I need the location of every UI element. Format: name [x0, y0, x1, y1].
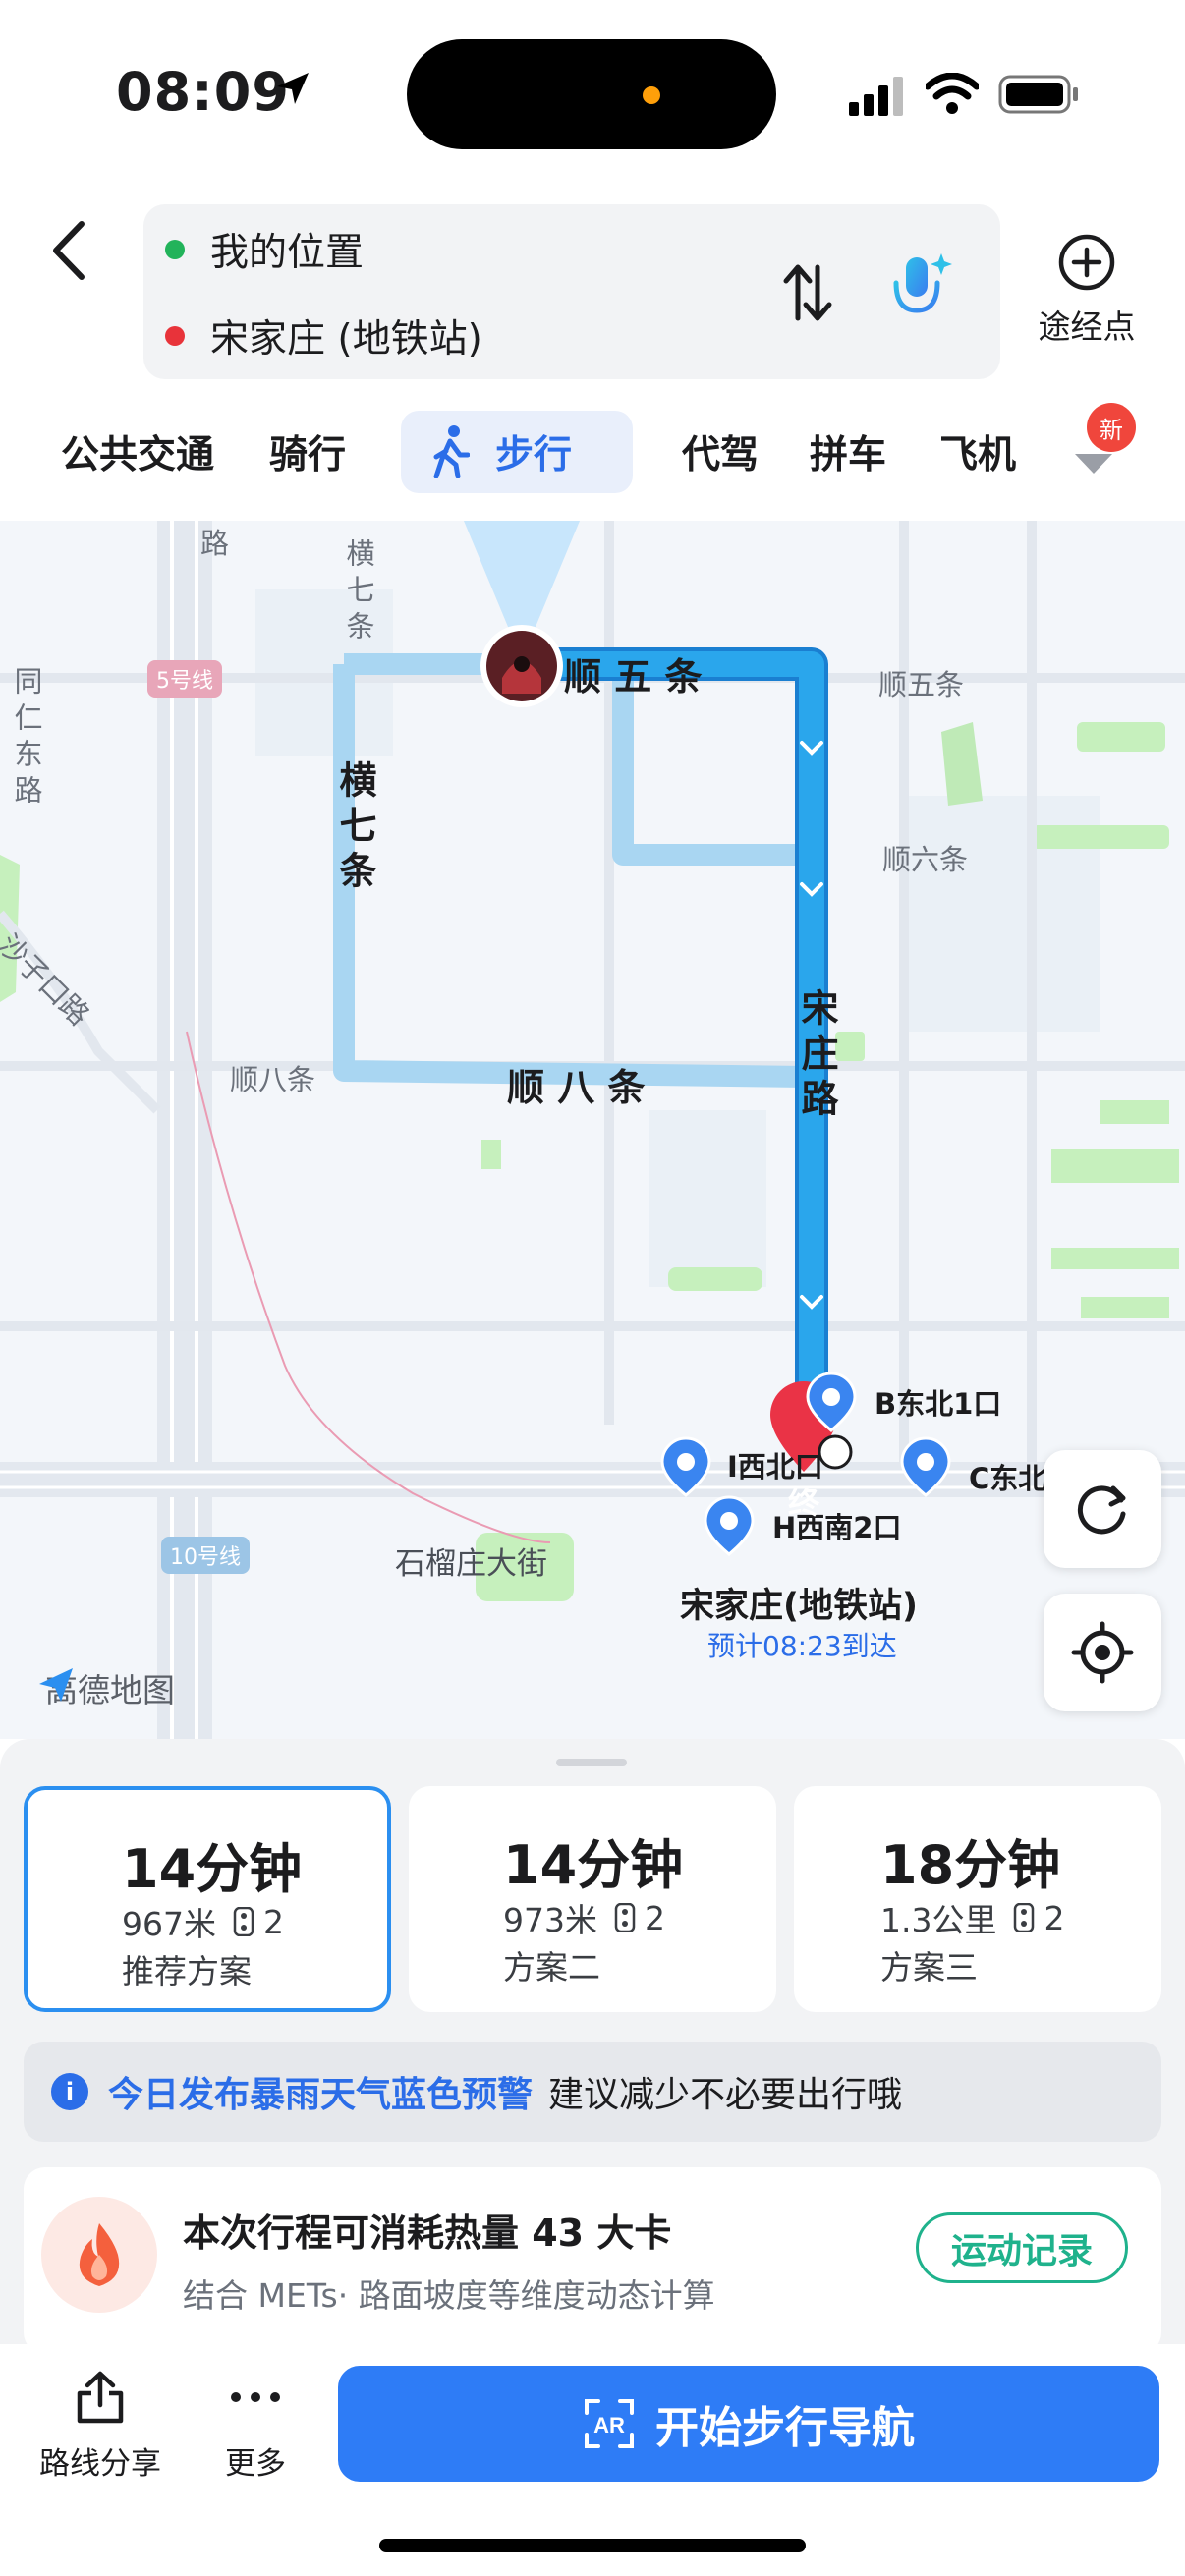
- plan-meta: 1.3公里 2: [880, 1894, 1064, 1941]
- ar-icon: AR: [585, 2399, 634, 2448]
- more-button[interactable]: 更多: [177, 2370, 334, 2483]
- end-dot: [165, 326, 185, 346]
- plan-name: 方案三: [880, 1948, 978, 1987]
- plus-circle-icon: [1058, 234, 1115, 291]
- traffic-light-icon: [614, 1903, 636, 1932]
- road-label-shun-wu-tiao: 顺 五 条: [564, 655, 703, 699]
- plan-lights: 2: [263, 1902, 284, 1941]
- transport-mode-tabs: 公共交通 骑行 步行 代驾 拼车 飞机: [0, 403, 1185, 501]
- tab-walking[interactable]: 步行: [401, 411, 633, 493]
- plan-duration: 18分钟: [880, 1834, 1061, 1896]
- exit-label-b[interactable]: B东北1口: [875, 1381, 1001, 1423]
- plan-card-1[interactable]: 14分钟 967米 2 推荐方案: [24, 1786, 391, 2012]
- road-label-shun-ba-tiao-left: 顺八条: [230, 1063, 316, 1096]
- amap-logo-icon: [39, 1668, 73, 1702]
- back-button[interactable]: [33, 206, 102, 295]
- tab-flight[interactable]: 飞机: [939, 403, 1020, 501]
- share-route-label: 路线分享: [39, 2446, 161, 2482]
- traffic-light-icon: [233, 1907, 254, 1936]
- home-indicator: [379, 2539, 806, 2552]
- refresh-button[interactable]: [1044, 1450, 1161, 1568]
- app-root: 08:09 我的位置 宋家庄 (地铁站) 途经点 公共交通 骑行 步行 代驾 拼…: [0, 0, 1185, 2576]
- plan-distance: 1.3公里: [880, 1901, 997, 1939]
- share-icon: [77, 2371, 124, 2424]
- wifi-icon: [926, 73, 979, 114]
- locate-icon: [1071, 1621, 1134, 1684]
- locate-button[interactable]: [1044, 1594, 1161, 1711]
- chevron-left-icon: [53, 221, 85, 280]
- share-route-button[interactable]: 路线分享: [22, 2370, 179, 2483]
- end-location-label: 宋家庄 (地铁站): [210, 317, 482, 362]
- waypoint-label: 途经点: [1038, 308, 1136, 346]
- plan-lights: 2: [1044, 1898, 1065, 1937]
- road-label-songzhuang-lu: 宋庄路: [795, 988, 838, 1124]
- tab-carpool[interactable]: 拼车: [810, 403, 886, 501]
- new-badge: 新: [1087, 403, 1136, 452]
- plan-lights: 2: [645, 1898, 665, 1937]
- amap-logo: 高德地图: [35, 1664, 175, 1711]
- tab-public-transit[interactable]: 公共交通: [61, 403, 214, 501]
- mic-icon[interactable]: [884, 250, 955, 328]
- weather-advice-text: 建议减少不必要出行哦: [548, 2075, 903, 2115]
- exit-label-c[interactable]: C东北: [969, 1456, 1047, 1497]
- road-label-shun-wu-tiao-right: 顺五条: [878, 668, 965, 701]
- plan-distance: 967米: [122, 1905, 216, 1943]
- info-icon: i: [51, 2073, 88, 2110]
- weather-alert-banner[interactable]: i 今日发布暴雨天气蓝色预警 建议减少不必要出行哦: [24, 2042, 1161, 2142]
- road-label-tongren-dong-lu: 同仁东路: [10, 666, 43, 812]
- calorie-subtitle: 结合 METs· 路面坡度等维度动态计算: [183, 2276, 715, 2315]
- plan-card-2[interactable]: 14分钟 973米 2 方案二: [409, 1786, 776, 2012]
- add-waypoint-button[interactable]: 途经点: [1018, 232, 1156, 354]
- start-walking-navigation-button[interactable]: AR 开始步行导航: [338, 2366, 1159, 2482]
- road-label-heng-qi-tiao-top: 横七条: [342, 538, 375, 647]
- refresh-icon: [1077, 1485, 1126, 1535]
- road-label-shiliuzhuang-dajie: 石榴庄大街: [395, 1546, 547, 1582]
- plan-name: 推荐方案: [122, 1952, 252, 1990]
- calorie-card: 本次行程可消耗热量 43 大卡 结合 METs· 路面坡度等维度动态计算 运动记…: [24, 2167, 1161, 2354]
- plan-distance: 973米: [503, 1901, 597, 1939]
- map-view[interactable]: 路 横七条 同仁东路 沙子口路 横七条 顺 五 条 顺五条 顺六条 顺 八 条 …: [0, 521, 1185, 1739]
- svg-text:AR: AR: [593, 2413, 625, 2437]
- panel-drag-handle[interactable]: [556, 1759, 627, 1766]
- swap-icon[interactable]: [780, 261, 835, 324]
- metro-line-5-badge: 5号线: [147, 660, 222, 698]
- status-bar: 08:09: [0, 0, 1185, 196]
- battery-icon: [998, 75, 1078, 114]
- weather-warning-text: 今日发布暴雨天气蓝色预警: [108, 2075, 534, 2115]
- exercise-record-button[interactable]: 运动记录: [916, 2212, 1128, 2283]
- status-time: 08:09: [116, 61, 290, 123]
- start-navigation-label: 开始步行导航: [655, 2403, 915, 2453]
- plan-duration: 14分钟: [503, 1834, 684, 1896]
- privacy-indicator-dot: [643, 86, 660, 104]
- metro-line-10-badge: 10号线: [161, 1537, 250, 1574]
- flame-icon: [41, 2197, 157, 2313]
- road-label-shun-ba-tiao: 顺 八 条: [507, 1066, 646, 1109]
- plan-card-3[interactable]: 18分钟 1.3公里 2 方案三: [794, 1786, 1161, 2012]
- destination-station-name[interactable]: 宋家庄(地铁站): [680, 1578, 918, 1628]
- plan-meta: 967米 2: [122, 1898, 284, 1945]
- plan-duration: 14分钟: [122, 1838, 303, 1900]
- eta-label: 预计08:23到达: [707, 1630, 897, 1662]
- start-location-label: 我的位置: [210, 231, 365, 275]
- walk-icon: [433, 425, 470, 478]
- calorie-title: 本次行程可消耗热量 43 大卡: [183, 2212, 672, 2255]
- tab-designated-driver[interactable]: 代驾: [682, 403, 759, 501]
- location-arrow-icon: [277, 73, 309, 104]
- plan-meta: 973米 2: [503, 1894, 665, 1941]
- more-label: 更多: [225, 2446, 286, 2482]
- plan-name: 方案二: [503, 1948, 600, 1987]
- end-marker-label: 终: [788, 1484, 820, 1521]
- tab-cycling[interactable]: 骑行: [269, 403, 346, 501]
- road-label-shun-liu-tiao: 顺六条: [882, 843, 969, 876]
- start-location-field[interactable]: 我的位置: [161, 220, 364, 279]
- start-dot: [165, 240, 185, 259]
- cellular-signal-icon: [849, 77, 903, 116]
- dynamic-island: [407, 39, 776, 149]
- road-label-lu: 路: [200, 527, 230, 560]
- road-label-heng-qi-tiao: 横七条: [333, 760, 376, 896]
- tab-walking-label: 步行: [495, 433, 573, 477]
- end-location-field[interactable]: 宋家庄 (地铁站): [161, 307, 482, 365]
- traffic-light-icon: [1014, 1903, 1035, 1932]
- more-icon: [231, 2392, 280, 2402]
